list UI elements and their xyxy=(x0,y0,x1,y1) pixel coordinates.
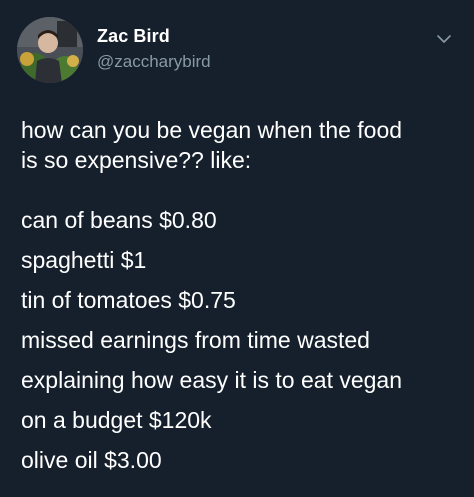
tweet-intro: how can you be vegan when the food is so… xyxy=(21,115,461,175)
tweet-menu-button[interactable] xyxy=(434,29,454,49)
list-item: explaining how easy it is to eat vegan xyxy=(21,367,403,393)
list-item: olive oil $3.00 xyxy=(21,447,162,473)
list-item: can of beans $0.80 xyxy=(21,207,217,233)
list-item: spaghetti $1 xyxy=(21,247,147,273)
list-item: missed earnings from time wasted xyxy=(21,327,370,353)
tweet-card: Zac Bird @zaccharybird how can you be ve… xyxy=(0,0,474,497)
user-handle[interactable]: @zaccharybird xyxy=(97,52,211,72)
list-item: tin of tomatoes $0.75 xyxy=(21,287,236,313)
chevron-down-icon xyxy=(437,35,451,43)
avatar[interactable] xyxy=(17,17,83,83)
tweet-line: how can you be vegan when the food xyxy=(21,117,403,143)
list-item: on a budget $120k xyxy=(21,407,212,433)
profile-photo-icon xyxy=(17,17,83,83)
tweet-price-list: can of beans $0.80 spaghetti $1 tin of t… xyxy=(21,200,461,480)
display-name[interactable]: Zac Bird xyxy=(97,26,170,47)
tweet-line: is so expensive?? like: xyxy=(21,147,252,173)
